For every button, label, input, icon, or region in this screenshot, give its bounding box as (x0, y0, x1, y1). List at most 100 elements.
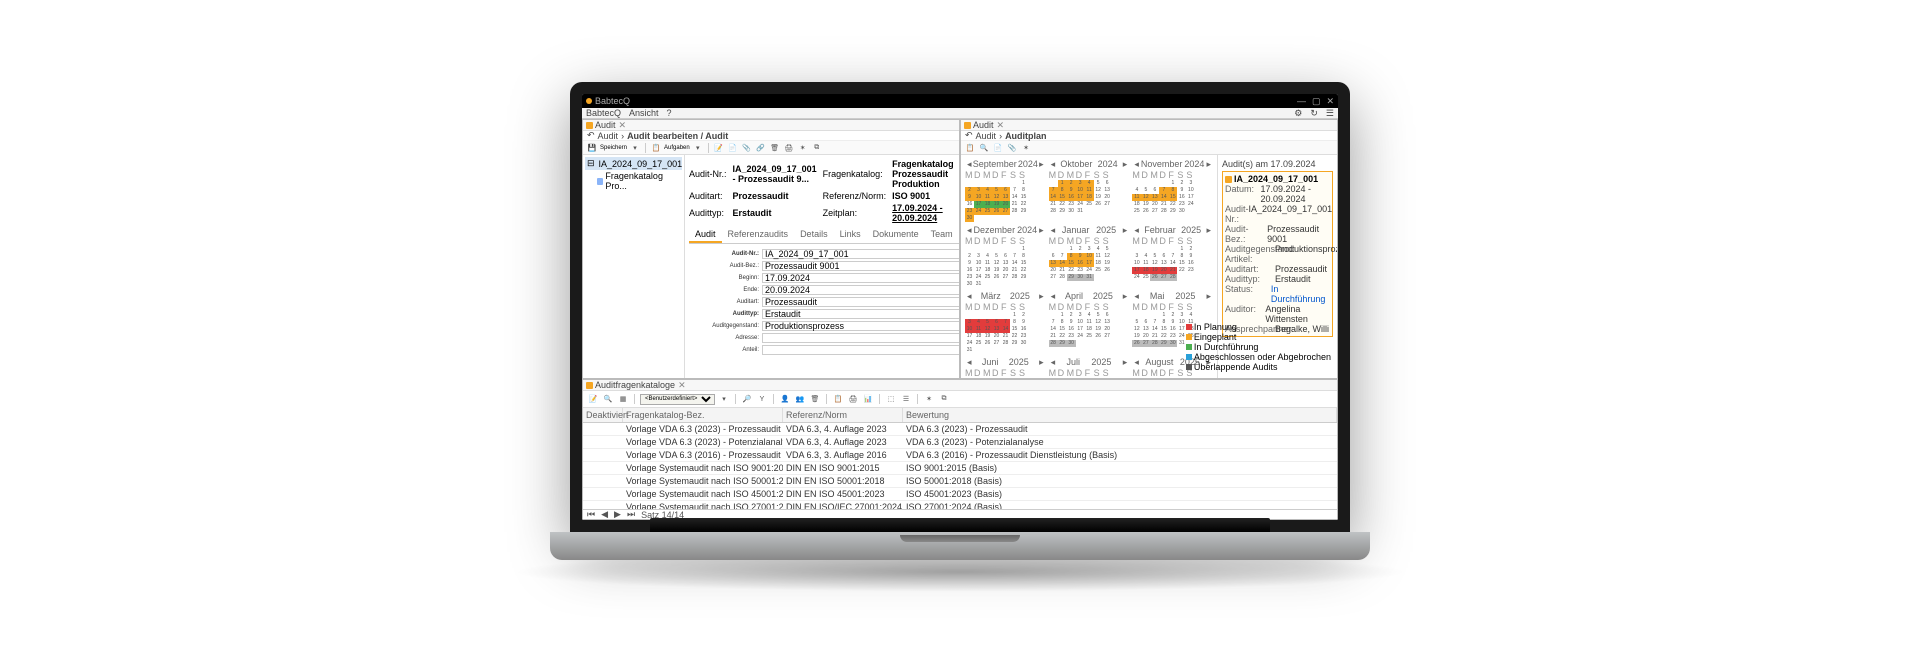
copy-icon[interactable]: 📋 (650, 142, 662, 154)
pane-tab-title[interactable]: Audit (973, 120, 994, 130)
detail-value[interactable]: In Durchführung (1271, 284, 1330, 304)
calendar-day[interactable]: 16 (1076, 260, 1085, 267)
calendar-day[interactable]: 17 (1085, 260, 1094, 267)
calendar-day[interactable]: 8 (1177, 253, 1186, 260)
calendar-day[interactable]: 21 (1010, 267, 1019, 274)
calendar-day[interactable]: 4 (1141, 253, 1150, 260)
calendar-day[interactable]: 18 (1094, 260, 1103, 267)
calendar-day[interactable]: 27 (1049, 274, 1058, 281)
calendar-day[interactable]: 9 (1186, 253, 1195, 260)
calendar-day[interactable]: 16 (1019, 326, 1028, 333)
calendar-day[interactable]: 24 (1076, 333, 1085, 340)
calendar-day[interactable]: 10 (974, 194, 983, 201)
save-icon[interactable]: 💾 (586, 142, 598, 154)
tool-icon[interactable]: ✶ (923, 393, 935, 405)
calendar-day[interactable]: 1 (1019, 180, 1028, 187)
calendar-day[interactable]: 15 (1019, 260, 1028, 267)
calendar-day[interactable]: 2 (1177, 180, 1186, 187)
prev-month-icon[interactable]: ◂ (1134, 357, 1139, 368)
app-toolbar-icon[interactable]: ↻ (1310, 108, 1318, 119)
calendar-day[interactable]: 14 (1049, 194, 1058, 201)
pane-tab-title[interactable]: Audit (595, 120, 616, 130)
calendar-day[interactable]: 26 (1141, 208, 1150, 215)
calendar-day[interactable]: 15 (1058, 194, 1067, 201)
calendar-day[interactable]: 21 (1058, 267, 1067, 274)
calendar-day[interactable]: 6 (1159, 253, 1168, 260)
calendar-day[interactable]: 22 (1058, 333, 1067, 340)
tool-icon[interactable]: 📎 (1006, 142, 1018, 154)
calendar-day[interactable]: 24 (965, 340, 974, 347)
calendar-day[interactable]: 26 (1150, 274, 1159, 281)
calendar-day[interactable]: 11 (1094, 253, 1103, 260)
tool-icon[interactable]: 🖨 (847, 393, 859, 405)
calendar-day[interactable]: 14 (1001, 326, 1010, 333)
calendar-day[interactable]: 1 (1168, 180, 1177, 187)
calendar-day[interactable]: 5 (1150, 253, 1159, 260)
calendar-day[interactable]: 13 (1159, 260, 1168, 267)
tool-icon[interactable]: 🗑 (769, 142, 781, 154)
nav-last-icon[interactable]: ⏭ (627, 509, 635, 520)
calendar-day[interactable]: 24 (1132, 274, 1141, 281)
calendar-day[interactable]: 6 (1141, 319, 1150, 326)
calendar-day[interactable]: 24 (1085, 267, 1094, 274)
tool-icon[interactable]: 🗑 (809, 393, 821, 405)
calendar-day[interactable]: 20 (1103, 326, 1112, 333)
calendar-day[interactable]: 25 (983, 208, 992, 215)
calendar-day[interactable]: 24 (1076, 201, 1085, 208)
calendar-day[interactable]: 5 (992, 253, 1001, 260)
calendar-day[interactable]: 21 (1159, 201, 1168, 208)
detail-card[interactable]: IA_2024_09_17_001Datum:17.09.2024 - 20.0… (1222, 171, 1333, 337)
calendar-day[interactable]: 9 (965, 194, 974, 201)
calendar-day[interactable]: 13 (1141, 326, 1150, 333)
field-input[interactable] (762, 333, 959, 343)
maximize-button[interactable]: ▢ (1312, 96, 1321, 107)
calendar-day[interactable]: 23 (1019, 333, 1028, 340)
calendar-day[interactable]: 9 (1019, 319, 1028, 326)
calendar-day[interactable]: 15 (1168, 194, 1177, 201)
calendar-day[interactable]: 28 (1010, 274, 1019, 281)
calendar-day[interactable]: 3 (1076, 180, 1085, 187)
table-row[interactable]: Vorlage VDA 6.3 (2016) - Prozessaudit Di… (583, 449, 1337, 462)
calendar-day[interactable]: 11 (974, 326, 983, 333)
calendar-day[interactable]: 2 (1019, 312, 1028, 319)
column-header[interactable]: Referenz/Norm (783, 408, 903, 422)
calendar-day[interactable]: 21 (1049, 333, 1058, 340)
calendar-day[interactable]: 27 (1103, 201, 1112, 208)
calendar-day[interactable]: 21 (1049, 201, 1058, 208)
calendar-day[interactable]: 17 (1076, 326, 1085, 333)
column-header[interactable]: Fragenkatalog-Bez. (623, 408, 783, 422)
calendar-day[interactable]: 28 (1159, 208, 1168, 215)
calendar-day[interactable]: 10 (1186, 187, 1195, 194)
next-month-icon[interactable]: ▸ (1123, 357, 1128, 368)
calendar-day[interactable]: 20 (1001, 201, 1010, 208)
nav-back-icon[interactable]: ↶ (587, 130, 595, 141)
calendar-day[interactable]: 29 (1019, 208, 1028, 215)
calendar-day[interactable]: 25 (974, 340, 983, 347)
calendar-day[interactable]: 9 (965, 260, 974, 267)
calendar-day[interactable]: 6 (1103, 180, 1112, 187)
next-month-icon[interactable]: ▸ (1039, 291, 1044, 302)
calendar-day[interactable]: 14 (1010, 260, 1019, 267)
calendar-day[interactable]: 18 (974, 333, 983, 340)
calendar-day[interactable]: 18 (1132, 201, 1141, 208)
calendar-day[interactable]: 1 (1058, 180, 1067, 187)
calendar-day[interactable]: 30 (1067, 208, 1076, 215)
calendar-day[interactable]: 13 (1049, 260, 1058, 267)
calendar-day[interactable]: 2 (1186, 246, 1195, 253)
calendar-day[interactable]: 18 (983, 201, 992, 208)
prev-month-icon[interactable]: ◂ (1051, 357, 1056, 368)
filter-select[interactable]: <Benutzerdefiniert> (640, 394, 715, 405)
field-input[interactable] (762, 345, 959, 355)
calendar-day[interactable]: 4 (1186, 312, 1195, 319)
calendar-day[interactable]: 10 (974, 260, 983, 267)
calendar-day[interactable]: 15 (1159, 326, 1168, 333)
calendar-day[interactable]: 1 (1058, 312, 1067, 319)
calendar-day[interactable]: 26 (983, 340, 992, 347)
calendar-day[interactable]: 20 (1001, 267, 1010, 274)
calendar-day[interactable]: 15 (1019, 194, 1028, 201)
calendar-day[interactable]: 3 (974, 187, 983, 194)
tool-icon[interactable]: 🔗 (755, 142, 767, 154)
prev-month-icon[interactable]: ◂ (1051, 225, 1056, 236)
calendar-day[interactable]: 25 (983, 274, 992, 281)
calendar-day[interactable]: 27 (992, 340, 1001, 347)
